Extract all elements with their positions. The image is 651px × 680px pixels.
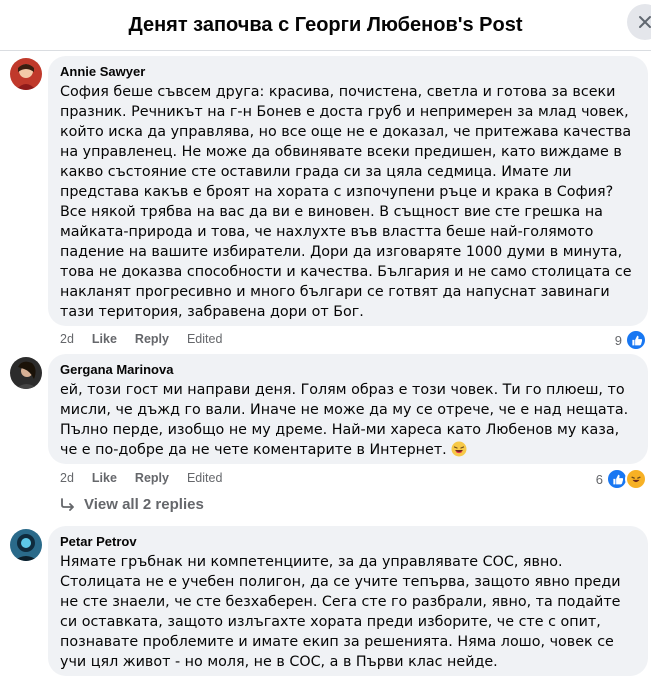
comment-actions: 2d Like Reply Edited <box>60 332 222 346</box>
comment-text: Нямате гръбнак ни компетенциите, за да у… <box>60 554 621 670</box>
post-header: Денят започва с Георги Любенов's Post <box>0 0 651 51</box>
reply-button[interactable]: Reply <box>135 332 169 346</box>
haha-reaction-icon <box>625 468 647 490</box>
reply-button[interactable]: Reply <box>135 471 169 485</box>
close-button[interactable] <box>627 4 651 40</box>
reaction-count: 6 <box>595 471 603 487</box>
comment-text-content: ей, този гост ми направи деня. Голям обр… <box>60 382 629 458</box>
view-replies-label: View all 2 replies <box>84 496 204 513</box>
reaction-summary[interactable]: 9 <box>615 329 647 351</box>
reaction-count: 9 <box>614 332 622 348</box>
view-replies-button[interactable]: View all 2 replies <box>60 496 204 513</box>
comment-text: ей, този гост ми направи деня. Голям обр… <box>60 380 636 460</box>
like-button[interactable]: Like <box>92 471 117 485</box>
comment-bubble: Petar Petrov Нямате гръбнак ни компетенц… <box>48 526 648 676</box>
avatar[interactable] <box>10 529 42 561</box>
page-title: Денят започва с Георги Любенов's Post <box>128 13 523 36</box>
reply-arrow-icon <box>61 497 74 511</box>
comment-time[interactable]: 2d <box>60 471 74 485</box>
edited-label[interactable]: Edited <box>187 332 222 346</box>
reaction-summary[interactable]: 6 <box>596 468 647 490</box>
close-icon <box>639 16 651 28</box>
comment-time[interactable]: 2d <box>60 332 74 346</box>
like-button[interactable]: Like <box>92 332 117 346</box>
laughing-emoji <box>451 441 467 457</box>
comment-author[interactable]: Annie Sawyer <box>60 64 636 80</box>
comment-author[interactable]: Gergana Marinova <box>60 362 636 378</box>
comment-bubble: Gergana Marinova ей, този гост ми направ… <box>48 354 648 464</box>
avatar[interactable] <box>10 357 42 389</box>
comment-actions: 2d Like Reply Edited <box>60 471 222 485</box>
avatar[interactable] <box>10 58 42 90</box>
edited-label[interactable]: Edited <box>187 471 222 485</box>
comment-author[interactable]: Petar Petrov <box>60 534 636 550</box>
comment-text: София беше съвсем друга: красива, почист… <box>60 84 632 320</box>
comment-bubble: Annie Sawyer София беше съвсем друга: кр… <box>48 56 648 326</box>
like-reaction-icon <box>625 329 647 351</box>
